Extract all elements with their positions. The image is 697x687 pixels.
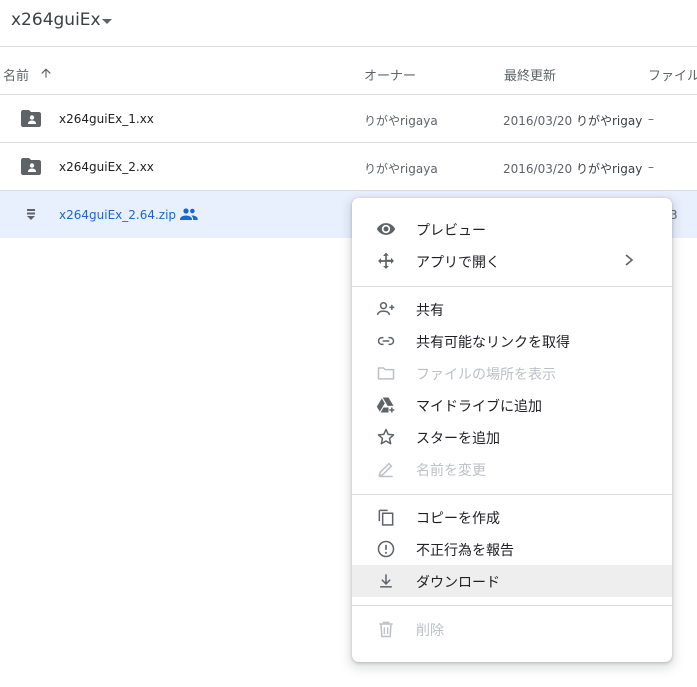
modified-by: りがやrigaya xyxy=(576,114,643,128)
file-size: – xyxy=(648,160,654,174)
modified-by: りがやrigaya xyxy=(576,162,643,176)
menu-item-get-link[interactable]: 共有可能なリンクを取得 xyxy=(352,325,672,357)
file-name[interactable]: x264guiEx_2.64.zip xyxy=(59,208,176,222)
copy-icon xyxy=(378,509,394,526)
menu-item-share[interactable]: 共有 xyxy=(352,293,672,325)
chevron-right-icon xyxy=(625,254,634,266)
zip-file-icon xyxy=(27,209,35,220)
menu-label: 共有 xyxy=(416,303,444,319)
chevron-down-icon[interactable] xyxy=(102,19,112,24)
context-menu: プレビュー アプリで開く 共有 共有可能なリンクを取得 ファイルの場所を表示 マ… xyxy=(352,198,672,662)
modified-date: 2016/03/20 xyxy=(503,162,573,176)
alert-circle-icon xyxy=(377,540,395,558)
menu-item-preview[interactable]: プレビュー xyxy=(352,213,672,245)
drive-header: x264guiEx xyxy=(0,0,697,47)
shared-folder-icon xyxy=(21,158,41,175)
move-arrows-icon xyxy=(378,252,394,269)
file-size: – xyxy=(648,112,654,126)
column-name[interactable]: 名前 xyxy=(3,65,29,84)
file-modified: 2016/03/20 りがやrigaya xyxy=(503,112,643,129)
link-icon xyxy=(377,336,395,346)
menu-label: 不正行為を報告 xyxy=(416,543,514,559)
star-icon xyxy=(377,428,395,445)
people-icon xyxy=(180,208,198,220)
menu-label: アプリで開く xyxy=(416,255,500,271)
column-size[interactable]: ファイル xyxy=(648,65,697,84)
file-owner: りがやrigaya xyxy=(364,162,438,176)
file-name[interactable]: x264guiEx_2.xx xyxy=(59,160,154,174)
menu-divider xyxy=(352,494,672,495)
menu-divider xyxy=(352,286,672,287)
column-modified[interactable]: 最終更新 xyxy=(504,65,556,84)
menu-item-add-to-drive[interactable]: マイドライブに追加 xyxy=(352,389,672,421)
menu-item-open-with[interactable]: アプリで開く xyxy=(352,245,672,277)
menu-label: 削除 xyxy=(416,623,444,639)
file-owner: りがやrigaya xyxy=(364,114,438,128)
menu-divider xyxy=(352,605,672,606)
menu-item-remove: 削除 xyxy=(352,613,672,645)
menu-label: スターを追加 xyxy=(416,431,500,447)
person-add-icon xyxy=(376,302,395,315)
column-owner[interactable]: オーナー xyxy=(364,65,416,84)
eye-icon xyxy=(376,223,396,235)
column-header: 名前 オーナー 最終更新 ファイル xyxy=(0,46,697,95)
table-row[interactable]: x264guiEx_2.xx りがやrigaya 2016/03/20 りがやr… xyxy=(0,143,697,191)
folder-title[interactable]: x264guiEx xyxy=(11,10,101,30)
menu-label: ダウンロード xyxy=(416,575,500,591)
file-modified: 2016/03/20 りがやrigaya xyxy=(503,160,643,177)
table-row[interactable]: x264guiEx_1.xx りがやrigaya 2016/03/20 りがやr… xyxy=(0,95,697,143)
menu-label: 名前を変更 xyxy=(416,463,486,479)
shared-folder-icon xyxy=(21,110,41,127)
file-name[interactable]: x264guiEx_1.xx xyxy=(59,112,154,126)
download-icon xyxy=(380,574,392,588)
menu-item-report-abuse[interactable]: 不正行為を報告 xyxy=(352,533,672,565)
trash-icon xyxy=(379,621,393,638)
modified-date: 2016/03/20 xyxy=(503,114,573,128)
folder-icon xyxy=(377,367,395,380)
menu-label: ファイルの場所を表示 xyxy=(416,367,556,383)
arrow-up-icon[interactable] xyxy=(39,66,53,80)
menu-item-add-star[interactable]: スターを追加 xyxy=(352,421,672,453)
menu-label: 共有可能なリンクを取得 xyxy=(416,335,570,351)
menu-item-rename: 名前を変更 xyxy=(352,453,672,485)
menu-label: コピーを作成 xyxy=(416,511,500,527)
menu-label: マイドライブに追加 xyxy=(416,399,542,415)
menu-item-show-location: ファイルの場所を表示 xyxy=(352,357,672,389)
menu-item-make-copy[interactable]: コピーを作成 xyxy=(352,501,672,533)
menu-item-download[interactable]: ダウンロード xyxy=(352,565,672,597)
drive-add-icon xyxy=(376,397,395,413)
pencil-icon xyxy=(378,462,393,478)
menu-label: プレビュー xyxy=(416,223,486,239)
